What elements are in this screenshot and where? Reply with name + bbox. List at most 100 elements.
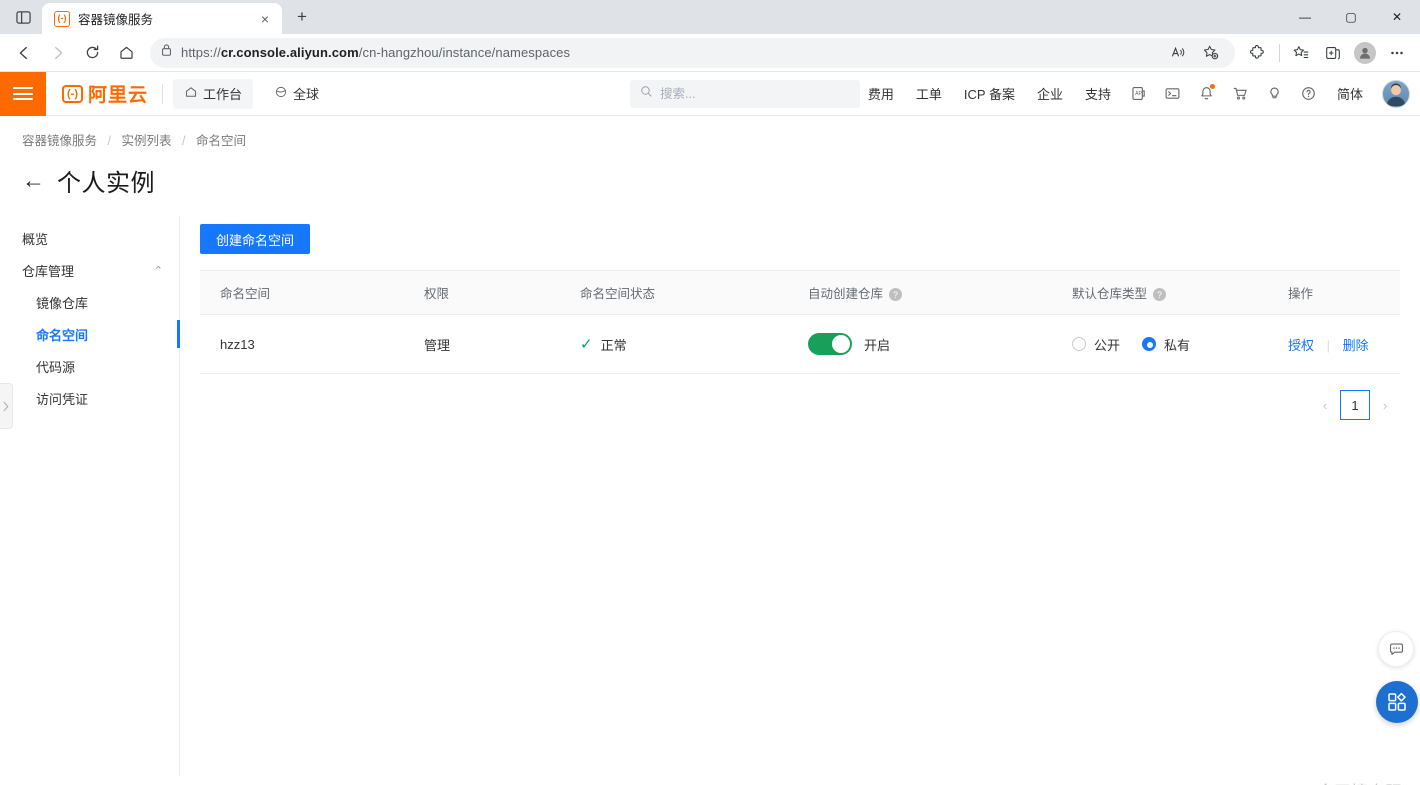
search-input[interactable] <box>660 86 850 101</box>
bell-icon[interactable] <box>1190 77 1224 111</box>
sidebar-item-label: 命名空间 <box>36 327 89 343</box>
sidebar-group-label: 仓库管理 <box>22 263 75 279</box>
column-auto-create: 自动创建仓库? <box>788 270 1052 315</box>
notification-badge <box>1209 83 1215 89</box>
aliyun-logo-text: 阿里云 <box>88 85 149 106</box>
nav-workbench-label: 工作台 <box>203 87 243 102</box>
menu-hamburger-icon[interactable] <box>0 71 46 116</box>
help-icon[interactable]: ? <box>1153 288 1167 302</box>
pagination-page-1[interactable]: 1 <box>1340 390 1370 420</box>
browser-tab[interactable]: (-) 容器镜像服务 × <box>42 3 282 34</box>
app-launcher-button[interactable] <box>1376 681 1418 723</box>
toolbar-divider <box>1279 43 1280 62</box>
header-link-tickets[interactable]: 工单 <box>905 84 953 103</box>
header-link-icp[interactable]: ICP 备案 <box>953 84 1026 103</box>
nav-global-label: 全球 <box>293 87 320 102</box>
column-namespace: 命名空间 <box>200 270 404 315</box>
delete-link[interactable]: 删除 <box>1343 338 1369 353</box>
global-search[interactable] <box>630 79 860 108</box>
column-actions: 操作 <box>1268 270 1400 315</box>
tab-title: 容器镜像服务 <box>78 13 154 27</box>
minimize-icon[interactable]: — <box>1282 0 1328 34</box>
sidebar-collapse-handle[interactable] <box>0 383 13 429</box>
page-title: 个人实例 <box>57 170 155 197</box>
header-link-support[interactable]: 支持 <box>1074 84 1122 103</box>
user-avatar[interactable] <box>1382 79 1410 108</box>
toggle-knob <box>832 335 850 353</box>
read-aloud-icon[interactable] <box>1163 38 1193 68</box>
radio-public-label: 公开 <box>1094 337 1121 353</box>
cell-status: ✓ 正常 <box>560 314 788 374</box>
nav-global[interactable]: 全球 <box>263 79 330 109</box>
help-icon[interactable]: ? <box>889 288 903 302</box>
back-icon[interactable] <box>8 37 40 69</box>
nav-workbench[interactable]: 工作台 <box>173 78 254 109</box>
new-tab-button[interactable]: + <box>288 3 316 31</box>
pagination-next[interactable]: › <box>1370 390 1400 420</box>
browser-profile-avatar[interactable] <box>1350 38 1380 68</box>
question-icon[interactable] <box>1292 77 1326 111</box>
sidebar-item-overview[interactable]: 概览 <box>0 222 179 254</box>
radio-public[interactable] <box>1072 337 1086 351</box>
table-header-row: 命名空间 权限 命名空间状态 自动创建仓库? 默认仓库类型? 操作 <box>200 270 1400 315</box>
auto-create-toggle[interactable] <box>808 333 852 355</box>
home-icon[interactable] <box>110 37 142 69</box>
svg-text:AP: AP <box>1136 91 1143 97</box>
cell-auto-create: 开启 <box>788 314 1052 374</box>
radio-private-label: 私有 <box>1164 337 1191 353</box>
app-icon[interactable]: AP <box>1122 77 1156 111</box>
cart-icon[interactable] <box>1224 77 1258 111</box>
header-link-enterprise[interactable]: 企业 <box>1026 84 1074 103</box>
search-icon <box>640 85 653 103</box>
table-header: 命名空间 权限 命名空间状态 自动创建仓库? 默认仓库类型? 操作 <box>200 270 1400 315</box>
breadcrumb-item-service[interactable]: 容器镜像服务 <box>22 134 97 148</box>
breadcrumb-item-instances[interactable]: 实例列表 <box>121 134 171 148</box>
bulb-icon[interactable] <box>1258 77 1292 111</box>
sidebar-group-repository-management[interactable]: 仓库管理 ⌃ <box>0 254 179 286</box>
page-container: 容器镜像服务 / 实例列表 / 命名空间 ← 个人实例 所在地域 全球 概览 仓… <box>0 116 1420 785</box>
tab-sidebar-toggle-icon[interactable] <box>4 3 42 31</box>
reload-icon[interactable] <box>76 37 108 69</box>
terminal-icon[interactable] <box>1156 77 1190 111</box>
action-separator: | <box>1326 337 1331 353</box>
url-text: https://cr.console.aliyun.com/cn-hangzho… <box>181 45 571 60</box>
sidebar-item-label: 访问凭证 <box>36 391 89 407</box>
home-icon <box>184 85 198 102</box>
grid-icon <box>1388 692 1406 711</box>
browser-toolbar: https://cr.console.aliyun.com/cn-hangzho… <box>0 34 1420 72</box>
column-default-repo-type: 默认仓库类型? <box>1052 270 1268 315</box>
window-close-icon[interactable]: ✕ <box>1374 0 1420 34</box>
column-permission: 权限 <box>404 270 560 315</box>
favorites-list-icon[interactable] <box>1286 38 1316 68</box>
sidebar-item-access-credentials[interactable]: 访问凭证 <box>0 382 179 414</box>
aliyun-logo[interactable]: (-) 阿里云 <box>46 80 162 107</box>
browser-settings-icon[interactable] <box>1382 38 1412 68</box>
sidebar-item-label: 镜像仓库 <box>36 295 89 311</box>
page-title-row: ← 个人实例 <box>0 149 1420 198</box>
header-link-fees[interactable]: 费用 <box>857 84 905 103</box>
header-divider <box>162 83 164 104</box>
sidebar-item-image-repository[interactable]: 镜像仓库 <box>0 286 179 318</box>
create-namespace-button[interactable]: 创建命名空间 <box>200 224 311 254</box>
language-switch[interactable]: 简体 <box>1326 84 1374 103</box>
column-status: 命名空间状态 <box>560 270 788 315</box>
lock-icon <box>160 43 173 62</box>
globe-icon <box>274 85 288 102</box>
collections-icon[interactable] <box>1318 38 1348 68</box>
auto-create-label: 开启 <box>864 337 891 353</box>
close-icon[interactable]: × <box>256 10 274 28</box>
sidebar: 概览 仓库管理 ⌃ 镜像仓库 命名空间 代码源 访问凭证 <box>0 216 180 776</box>
check-icon: ✓ <box>580 336 593 353</box>
address-bar[interactable]: https://cr.console.aliyun.com/cn-hangzho… <box>150 37 1235 68</box>
sidebar-item-code-source[interactable]: 代码源 <box>0 350 179 382</box>
extensions-icon[interactable] <box>1243 38 1273 68</box>
authorize-link[interactable]: 授权 <box>1288 338 1314 353</box>
feedback-chat-button[interactable] <box>1378 631 1414 667</box>
radio-private[interactable] <box>1142 337 1157 351</box>
pagination-prev[interactable]: ‹ <box>1310 390 1340 420</box>
maximize-icon[interactable]: ▢ <box>1328 0 1374 34</box>
aliyun-favicon-icon: (-) <box>54 10 70 27</box>
back-arrow-icon[interactable]: ← <box>22 169 45 192</box>
add-favorite-icon[interactable] <box>1195 38 1225 68</box>
sidebar-item-namespace[interactable]: 命名空间 <box>0 318 180 350</box>
